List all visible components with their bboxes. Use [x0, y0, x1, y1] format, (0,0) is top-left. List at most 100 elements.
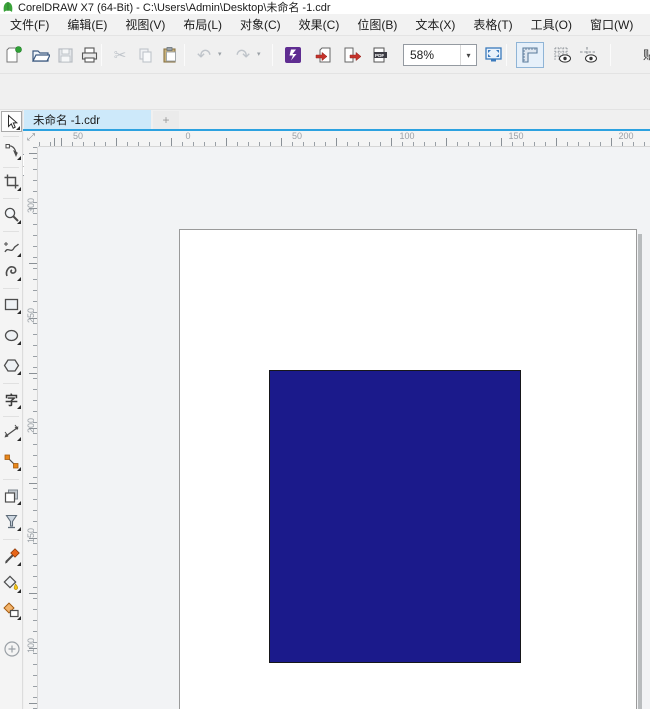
- redo-dropdown-caret[interactable]: ▾: [257, 50, 261, 58]
- redo-icon: ↷: [236, 47, 250, 64]
- svg-text:PDF: PDF: [375, 53, 384, 58]
- undo-button[interactable]: ↶: [192, 42, 216, 68]
- paste-button[interactable]: [158, 42, 182, 68]
- text-tool-icon: 字: [5, 390, 18, 409]
- ruler-label: 50: [73, 131, 83, 141]
- full-screen-preview-button[interactable]: [481, 42, 505, 68]
- ruler-label: 100: [399, 131, 414, 141]
- toolbar-separator: [506, 44, 507, 66]
- pick-tool[interactable]: [1, 111, 22, 132]
- zoom-level-value: 58%: [404, 48, 460, 62]
- drop-shadow-tool[interactable]: [1, 485, 22, 506]
- interactive-fill-tool[interactable]: [1, 573, 22, 594]
- title-bar: CorelDRAW X7 (64-Bit) - C:\Users\Admin\D…: [0, 0, 650, 14]
- guidelines-icon: [579, 46, 598, 64]
- menu-item[interactable]: 视图(V): [116, 13, 174, 36]
- color-eyedropper-tool-icon: [3, 548, 20, 565]
- plus-circle-icon: [3, 640, 21, 658]
- new-document-icon: [5, 46, 23, 64]
- freehand-tool[interactable]: [1, 237, 22, 258]
- shape-tool[interactable]: [1, 140, 22, 161]
- show-rulers-toggle[interactable]: [516, 42, 544, 68]
- toolbar-separator: [610, 44, 611, 66]
- text-tool[interactable]: 字: [1, 389, 22, 410]
- toolbox: 字: [0, 110, 23, 709]
- cut-button[interactable]: ✂: [108, 42, 132, 68]
- shape-tool-icon: [3, 142, 20, 159]
- transparency-tool[interactable]: [1, 511, 22, 532]
- menu-bar: 文件(F)编辑(E)视图(V)布局(L)对象(C)效果(C)位图(B)文本(X)…: [0, 14, 650, 36]
- export-button[interactable]: [340, 42, 364, 68]
- paste-icon: [161, 46, 179, 64]
- standard-toolbar: ✂ ↶ ▾ ↷ ▾: [0, 36, 650, 74]
- open-button[interactable]: [28, 42, 52, 68]
- undo-dropdown-caret[interactable]: ▾: [218, 50, 222, 58]
- copy-button[interactable]: [133, 42, 157, 68]
- horizontal-ruler[interactable]: 50050100150200: [38, 131, 650, 147]
- quick-customize-button[interactable]: [1, 638, 22, 659]
- connector-tool-icon: [3, 453, 20, 470]
- menu-item[interactable]: 对象(C): [231, 13, 290, 36]
- menu-item[interactable]: 表格(T): [464, 13, 521, 36]
- toolbar-separator: [101, 44, 102, 66]
- document-tab[interactable]: 未命名 -1.cdr: [24, 110, 151, 129]
- ruler-label: 200: [26, 421, 36, 433]
- smart-fill-tool[interactable]: [1, 600, 22, 621]
- menu-item[interactable]: 编辑(E): [58, 13, 116, 36]
- rulers-icon: [521, 46, 539, 64]
- print-button[interactable]: [77, 42, 101, 68]
- new-tab-button[interactable]: +: [153, 111, 179, 129]
- export-icon: [343, 46, 362, 64]
- ruler-label: 100: [26, 641, 36, 653]
- save-button[interactable]: [53, 42, 77, 68]
- publish-pdf-button[interactable]: PDF: [368, 42, 392, 68]
- menu-item[interactable]: 效果(C): [290, 13, 349, 36]
- full-screen-preview-icon: [484, 46, 503, 64]
- drop-shadow-tool-icon: [3, 487, 20, 504]
- snap-to-button-partial[interactable]: 贴: [643, 46, 650, 64]
- document-tab-label: 未命名 -1.cdr: [33, 112, 100, 128]
- connector-tool[interactable]: [1, 451, 22, 472]
- pick-tool-icon: [4, 114, 20, 130]
- redo-button[interactable]: ↷: [231, 42, 255, 68]
- ruler-major-ticks: [38, 138, 650, 146]
- page-shadow: [638, 234, 642, 709]
- artistic-media-tool[interactable]: [1, 261, 22, 282]
- ruler-label: 0: [185, 131, 190, 141]
- toolbar-separator: [272, 44, 273, 66]
- search-content-button[interactable]: [281, 42, 305, 68]
- color-eyedropper-tool[interactable]: [1, 546, 22, 567]
- zoom-tool-icon: [3, 206, 20, 223]
- menu-item[interactable]: 布局(L): [174, 13, 231, 36]
- menu-item[interactable]: 位图(B): [348, 13, 406, 36]
- show-grid-toggle[interactable]: [550, 42, 574, 68]
- menu-item[interactable]: 工具(O): [522, 13, 581, 36]
- polygon-tool[interactable]: [1, 355, 22, 376]
- publish-pdf-icon: PDF: [371, 46, 390, 64]
- crop-tool[interactable]: [1, 171, 22, 192]
- polygon-tool-icon: [3, 357, 20, 374]
- zoom-tool[interactable]: [1, 204, 22, 225]
- interactive-fill-tool-icon: [3, 575, 20, 592]
- menu-item[interactable]: 文本(X): [406, 13, 464, 36]
- new-document-button[interactable]: [2, 42, 26, 68]
- menu-item[interactable]: 文件(F): [1, 13, 58, 36]
- ruler-label: 250: [26, 311, 36, 323]
- show-guidelines-toggle[interactable]: [576, 42, 600, 68]
- cut-icon: ✂: [114, 48, 127, 63]
- import-button[interactable]: [312, 42, 336, 68]
- ellipse-tool[interactable]: [1, 325, 22, 346]
- transparency-tool-icon: [3, 513, 20, 530]
- ruler-origin[interactable]: ⤢: [24, 131, 38, 147]
- rectangle-tool[interactable]: [1, 294, 22, 315]
- dimension-tool-icon: [3, 423, 20, 440]
- blue-rectangle-object[interactable]: [269, 370, 521, 663]
- drawing-canvas[interactable]: [38, 147, 650, 709]
- menu-item[interactable]: 窗口(W): [581, 13, 642, 36]
- rectangle-tool-icon: [3, 296, 20, 313]
- open-folder-icon: [31, 46, 50, 64]
- ruler-label: 200: [618, 131, 633, 141]
- zoom-level-combo[interactable]: 58% ▾: [403, 44, 477, 66]
- dimension-tool[interactable]: [1, 421, 22, 442]
- vertical-ruler[interactable]: 300250200150100: [24, 147, 38, 709]
